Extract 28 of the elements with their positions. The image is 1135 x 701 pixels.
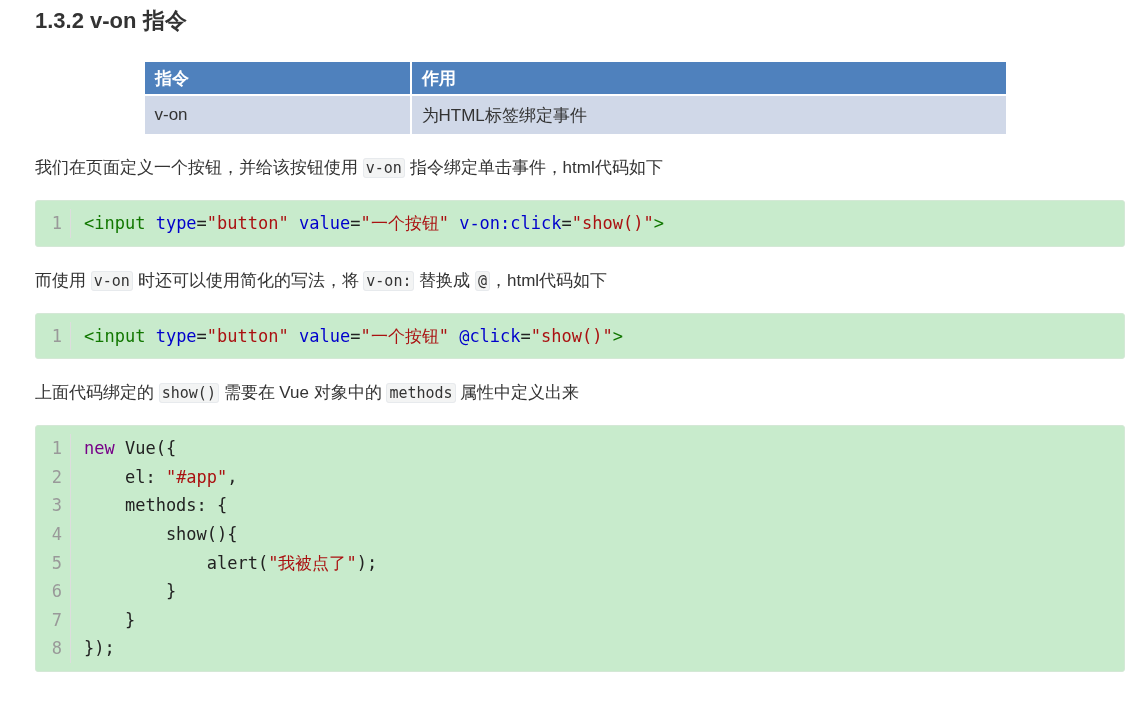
paragraph: 上面代码绑定的 show() 需要在 Vue 对象中的 methods 属性中定义出来: [35, 382, 581, 406]
line-number: 6: [50, 580, 62, 604]
paragraph: 而使用 v-on 时还可以使用简化的写法，将 v-on: 替换成 @ ，html代码如下: [35, 269, 609, 293]
table-cell: v-on: [144, 95, 411, 134]
line-number: 1: [50, 437, 62, 461]
line-number: 1: [50, 324, 62, 348]
section-heading: 1.3.2 v-on 指令: [35, 7, 188, 35]
line-number: 1: [50, 212, 62, 235]
code-line: });: [84, 637, 116, 661]
code-line: <input type="button" value="一个按钮" v-on:click="show()">: [84, 212, 664, 235]
code-line: show(){: [164, 522, 239, 546]
paragraph: 我们在页面定义一个按钮，并给该按钮使用 v-on 指令绑定单击事件，html代码如下: [35, 157, 664, 180]
code-line: }: [123, 608, 137, 632]
code-line: alert("我被点了");: [205, 551, 378, 575]
line-number: 7: [50, 608, 62, 632]
line-number: 4: [50, 522, 62, 546]
code-line: el: "#app",: [123, 465, 239, 489]
table-cell: 为HTML标签绑定事件: [410, 95, 1007, 134]
code-line: new Vue({: [84, 437, 178, 461]
code-line: <input type="button" value="一个按钮" @click="show()">: [84, 324, 623, 348]
code-line: }: [164, 580, 178, 604]
code-line: methods: {: [123, 494, 229, 518]
line-number: 2: [50, 465, 62, 489]
line-number: 8: [50, 637, 62, 661]
line-number: 5: [50, 551, 62, 575]
line-number: 3: [50, 494, 62, 518]
column-header: 作用: [410, 62, 1007, 95]
column-header: 指令: [144, 62, 411, 95]
